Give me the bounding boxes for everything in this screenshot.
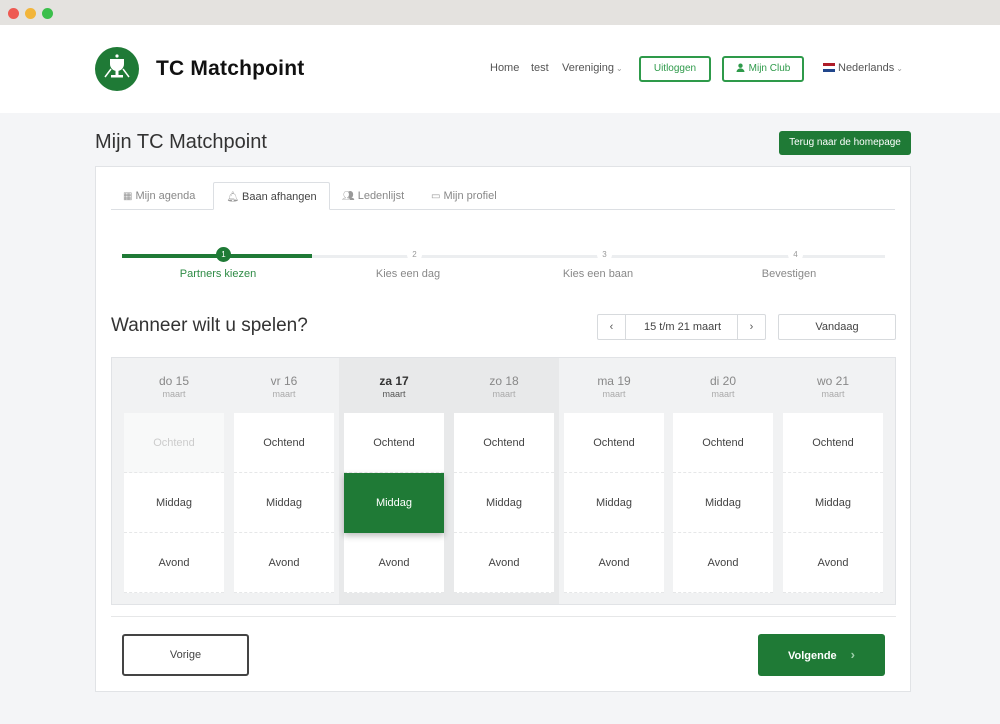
time-slot-middag[interactable]: Middag bbox=[124, 473, 224, 533]
next-button-label: Volgende bbox=[787, 650, 837, 662]
day-header: za 17 maart bbox=[344, 374, 444, 399]
back-to-homepage-button[interactable]: Terug naar de homepage bbox=[779, 131, 911, 155]
previous-week-button[interactable]: ‹ bbox=[598, 315, 626, 339]
day-name: do 15 bbox=[158, 374, 190, 388]
step-2-marker: 2 bbox=[407, 247, 422, 262]
time-slot-avond[interactable]: Avond bbox=[124, 533, 224, 593]
time-slot-middag[interactable]: Middag bbox=[234, 473, 334, 533]
step-1-label: Partners kiezen bbox=[179, 268, 257, 280]
next-button[interactable]: Volgende › bbox=[758, 634, 885, 676]
question-heading: Wanneer wilt u spelen? bbox=[111, 315, 308, 336]
time-slot-middag[interactable]: Middag bbox=[673, 473, 773, 533]
chevron-down-icon: ⌄ bbox=[616, 64, 623, 73]
day-header: zo 18 maart bbox=[454, 374, 554, 399]
step-3-marker: 3 bbox=[597, 247, 612, 262]
time-slot-ochtend[interactable]: Ochtend bbox=[673, 413, 773, 473]
nav-vereniging-label: Vereniging bbox=[562, 62, 614, 74]
step-2-label: Kies een dag bbox=[375, 268, 441, 280]
my-club-label: Mijn Club bbox=[748, 63, 791, 74]
user-icon bbox=[736, 63, 745, 72]
dutch-flag-icon bbox=[823, 63, 835, 72]
day-month: maart bbox=[602, 389, 626, 399]
brand-name[interactable]: TC Matchpoint bbox=[156, 57, 304, 81]
close-window-dot[interactable] bbox=[8, 8, 19, 19]
nav-home-link[interactable]: Home bbox=[490, 62, 519, 74]
chevron-down-icon: ⌄ bbox=[896, 64, 903, 73]
day-name: wo 21 bbox=[816, 374, 850, 388]
previous-button[interactable]: Vorige bbox=[122, 634, 249, 676]
day-name: vr 16 bbox=[270, 374, 298, 388]
step-4-marker: 4 bbox=[788, 247, 803, 262]
language-selector[interactable]: Nederlands ⌄ bbox=[823, 62, 903, 74]
today-button[interactable]: Vandaag bbox=[778, 314, 896, 340]
trophy-icon bbox=[104, 54, 130, 78]
booking-card: ▦ Mijn agenda 🔔︎ Baan afhangen 👥︎ Ledenlijs… bbox=[95, 166, 911, 692]
nav-test-link[interactable]: test bbox=[531, 62, 549, 74]
day-month: maart bbox=[711, 389, 735, 399]
tab-ledenlijst[interactable]: 👥︎ Ledenlijst bbox=[342, 182, 404, 210]
time-slot-middag[interactable]: Middag bbox=[564, 473, 664, 533]
next-week-button[interactable]: › bbox=[737, 315, 765, 339]
tab-label: Baan afhangen bbox=[242, 191, 317, 203]
day-month: maart bbox=[492, 389, 516, 399]
day-name: za 17 bbox=[379, 374, 409, 388]
calendar-icon: ▦ bbox=[123, 191, 133, 202]
tab-baan-afhangen[interactable]: 🔔︎ Baan afhangen bbox=[213, 182, 330, 210]
club-logo[interactable] bbox=[95, 47, 139, 91]
time-slot-avond[interactable]: Avond bbox=[454, 533, 554, 593]
time-slot-middag[interactable]: Middag bbox=[344, 473, 444, 533]
step-1-marker: 1 bbox=[216, 247, 231, 262]
chevron-right-icon: › bbox=[850, 647, 856, 662]
logout-button[interactable]: Uitloggen bbox=[639, 56, 711, 82]
time-slot-ochtend[interactable]: Ochtend bbox=[454, 413, 554, 473]
day-header: wo 21 maart bbox=[783, 374, 883, 399]
window-chrome bbox=[0, 0, 1000, 25]
tab-label: Mijn agenda bbox=[135, 190, 196, 202]
step-3-label: Kies een baan bbox=[562, 268, 634, 280]
time-slot-ochtend[interactable]: Ochtend bbox=[564, 413, 664, 473]
week-range: 15 t/m 21 maart bbox=[643, 321, 722, 333]
tab-mijn-profiel[interactable]: ▭ Mijn profiel bbox=[431, 182, 497, 210]
language-label: Nederlands bbox=[838, 62, 895, 74]
page-title: Mijn TC Matchpoint bbox=[95, 131, 267, 153]
time-slot-middag[interactable]: Middag bbox=[783, 473, 883, 533]
day-month: maart bbox=[821, 389, 845, 399]
step-4-label: Bevestigen bbox=[761, 268, 817, 280]
tab-label: Mijn profiel bbox=[443, 190, 497, 202]
day-header: do 15 maart bbox=[124, 374, 224, 399]
week-pager: ‹ 15 t/m 21 maart › bbox=[597, 314, 766, 340]
time-slot-avond[interactable]: Avond bbox=[673, 533, 773, 593]
calendar-grid: do 15 maart Ochtend Middag Avond vr 16 maart Oc… bbox=[111, 357, 896, 605]
maximize-window-dot[interactable] bbox=[42, 8, 53, 19]
bell-icon: 🔔︎ bbox=[226, 192, 240, 203]
time-slot-avond[interactable]: Avond bbox=[234, 533, 334, 593]
time-slot-ochtend[interactable]: Ochtend bbox=[234, 413, 334, 473]
site-header: TC Matchpoint Home test Vereniging ⌄ Uitl… bbox=[0, 25, 1000, 113]
users-icon: 👥︎ bbox=[342, 191, 355, 202]
footer-divider bbox=[111, 616, 896, 617]
day-month: maart bbox=[272, 389, 296, 399]
nav-vereniging-dropdown[interactable]: Vereniging ⌄ bbox=[562, 62, 623, 74]
tab-label: Ledenlijst bbox=[357, 190, 405, 202]
time-slot-avond[interactable]: Avond bbox=[783, 533, 883, 593]
day-name: ma 19 bbox=[597, 374, 631, 388]
time-slot-middag[interactable]: Middag bbox=[454, 473, 554, 533]
day-header: ma 19 maart bbox=[564, 374, 664, 399]
day-name: zo 18 bbox=[489, 374, 519, 388]
minimize-window-dot[interactable] bbox=[25, 8, 36, 19]
day-header: di 20 maart bbox=[673, 374, 773, 399]
time-slot-avond[interactable]: Avond bbox=[344, 533, 444, 593]
my-club-button[interactable]: Mijn Club bbox=[722, 56, 804, 82]
time-slot-ochtend: Ochtend bbox=[124, 413, 224, 473]
id-card-icon: ▭ bbox=[431, 191, 441, 202]
time-slot-ochtend[interactable]: Ochtend bbox=[783, 413, 883, 473]
tab-mijn-agenda[interactable]: ▦ Mijn agenda bbox=[123, 182, 195, 210]
time-slot-avond[interactable]: Avond bbox=[564, 533, 664, 593]
day-month: maart bbox=[162, 389, 186, 399]
day-header: vr 16 maart bbox=[234, 374, 334, 399]
day-month: maart bbox=[382, 389, 406, 399]
time-slot-ochtend[interactable]: Ochtend bbox=[344, 413, 444, 473]
day-name: di 20 bbox=[709, 374, 737, 388]
